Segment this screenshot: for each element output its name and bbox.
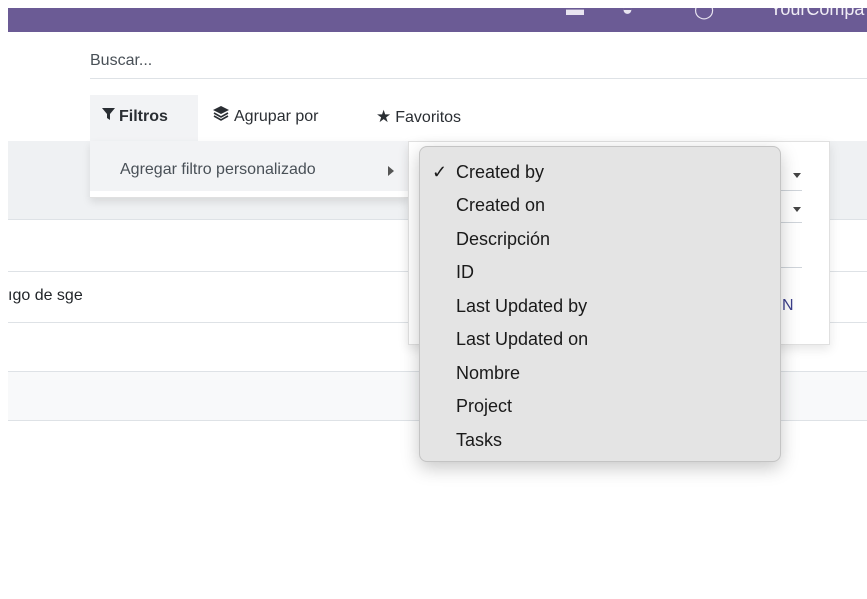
field-option[interactable]: Last Updated on [420, 323, 780, 356]
filters-label: Filtros [119, 108, 168, 125]
company-name[interactable]: YourCompa [770, 8, 864, 20]
filters-dropdown-menu: Agregar filtro personalizado [90, 141, 409, 198]
favorites-button[interactable]: ★ Favoritos [376, 95, 461, 141]
select-underline [780, 222, 802, 223]
field-select-caret-icon[interactable] [793, 173, 801, 178]
add-custom-filter-item[interactable]: Agregar filtro personalizado [90, 141, 409, 191]
group-by-label: Agrupar por [234, 108, 319, 125]
filters-button[interactable]: Filtros [90, 95, 198, 141]
group-by-button[interactable]: Agrupar por [212, 95, 319, 141]
field-option[interactable]: Tasks [420, 424, 780, 457]
field-option[interactable]: Last Updated by [420, 290, 780, 323]
field-option[interactable]: Descripción [420, 223, 780, 256]
select-underline [780, 190, 802, 191]
field-option[interactable]: Project [420, 390, 780, 423]
field-option[interactable]: Nombre [420, 357, 780, 390]
favorites-label: Favoritos [395, 109, 462, 126]
list-item[interactable]: ıgo de sge [8, 287, 83, 305]
chat-icon[interactable]: ▬ [566, 8, 584, 20]
field-option[interactable]: Created on [420, 189, 780, 222]
search-bar [90, 44, 867, 79]
apply-button[interactable]: N [782, 297, 794, 315]
filter-icon [102, 95, 115, 139]
search-input[interactable] [90, 44, 390, 78]
top-navbar: ▬ ◒ ◯ YourCompa [8, 8, 867, 32]
add-custom-filter-label: Agregar filtro personalizado [120, 161, 316, 178]
discuss-icon[interactable]: ◒ [622, 8, 633, 20]
layers-icon [212, 95, 230, 139]
caret-right-icon [388, 166, 394, 176]
operator-select-caret-icon[interactable] [793, 207, 801, 212]
value-input-underline [780, 267, 802, 268]
field-option[interactable]: ✓ Created by [420, 156, 780, 189]
clock-icon[interactable]: ◯ [694, 8, 714, 20]
field-option[interactable]: ID [420, 256, 780, 289]
checkmark-icon: ✓ [432, 162, 448, 182]
field-select-popup: ✓ Created by Created on Descripción ID L… [419, 146, 781, 462]
star-icon: ★ [376, 107, 392, 126]
